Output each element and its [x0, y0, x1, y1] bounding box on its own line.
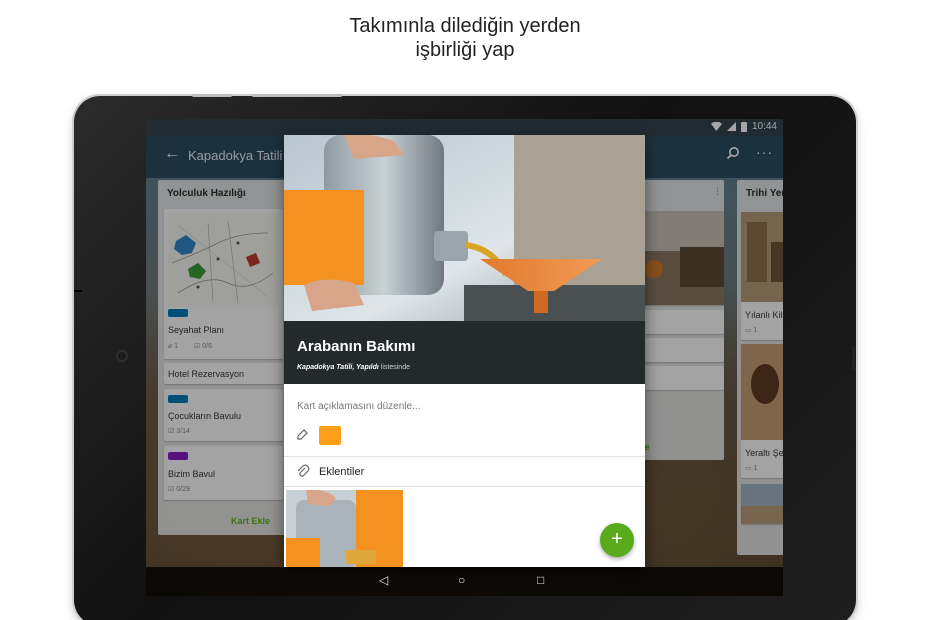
volume-button [192, 94, 232, 97]
card-list-name: Yapıldı [356, 364, 379, 371]
nav-back-icon[interactable]: ◁ [379, 573, 388, 587]
side-button [852, 346, 855, 370]
android-navigation-bar: ◁ ○ □ [146, 567, 783, 596]
card-header: Arabanın Bakımı Kapadokya Tatili, Yapıld… [284, 321, 645, 384]
card-board-name: Kapadokya Tatili [297, 364, 353, 371]
card-cover-image [284, 135, 645, 321]
attachments-heading: Eklentiler [319, 466, 365, 478]
card-detail-dialog: Arabanın Bakımı Kapadokya Tatili, Yapıld… [284, 135, 645, 567]
attachment-thumbnail[interactable] [286, 490, 403, 567]
paperclip-icon [297, 464, 310, 477]
card-list-suffix: listesinde [380, 364, 410, 371]
headline-line-2: işbirliği yap [415, 39, 515, 61]
divider [284, 486, 645, 487]
label-tag-icon [297, 429, 308, 440]
card-label-orange[interactable] [319, 426, 341, 445]
nav-home-icon[interactable]: ○ [458, 573, 465, 587]
nav-recents-icon[interactable]: □ [537, 573, 544, 587]
divider [284, 456, 645, 457]
card-location: Kapadokya Tatili, Yapıldı listesinde [297, 364, 410, 371]
promo-headline: Takımınla dilediğin yerden işbirliği yap [0, 14, 930, 62]
description-field[interactable]: Kart açıklamasını düzenle... [297, 401, 420, 412]
promo-screenshot: Takımınla dilediğin yerden işbirliği yap… [0, 0, 930, 620]
card-name[interactable]: Arabanın Bakımı [297, 338, 415, 355]
side-edge-mark [74, 290, 82, 292]
headline-line-1: Takımınla dilediğin yerden [349, 15, 581, 37]
power-button [252, 94, 342, 97]
front-camera [116, 350, 128, 362]
add-fab-button[interactable]: + [600, 523, 634, 557]
tablet-screen: 10:44 ← Kapadokya Tatili ··· Yolculuk Ha… [146, 119, 783, 596]
